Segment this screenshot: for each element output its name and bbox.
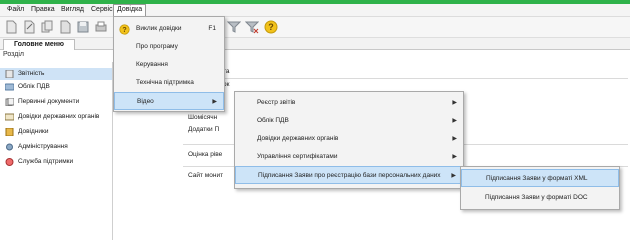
menu-item-label: Облік ПДВ (257, 117, 289, 124)
help-icon[interactable]: ? (264, 20, 278, 34)
tab-strip: Головне меню (0, 38, 630, 50)
edit-document-icon[interactable] (22, 20, 36, 34)
save-icon[interactable] (76, 20, 90, 34)
main-row-appendices[interactable]: Додатки П (188, 126, 219, 133)
main-row-monthly[interactable]: Шомісячн (188, 114, 217, 121)
sidebar-item-administration[interactable]: Адміністрування (0, 141, 112, 153)
main-row-site-monitoring[interactable]: Сайт монит (188, 172, 223, 179)
clear-filter-icon[interactable] (245, 20, 259, 34)
section-label: Розділ (3, 51, 24, 58)
menu-file[interactable]: Файл (4, 5, 27, 15)
menu-item-label: Довідки державних органів (257, 135, 339, 142)
submenu-arrow-icon: ▶ (451, 173, 456, 179)
tab-main-menu[interactable]: Головне меню (3, 39, 75, 50)
sidebar-item-label: Адміністрування (18, 143, 68, 150)
support-icon (5, 158, 14, 166)
signing-submenu: Підписання Заяви у форматі XML Підписанн… (460, 166, 620, 210)
menu-item-vat-accounting[interactable]: Облік ПДВ ▶ (235, 112, 463, 130)
menu-edit[interactable]: Правка (28, 5, 58, 15)
submenu-arrow-icon: ▶ (452, 136, 457, 142)
menu-item-report-registry[interactable]: Реєстр звітів ▶ (235, 94, 463, 112)
main-row-assessment[interactable]: Оцінка ріве (188, 151, 222, 158)
sidebar-item-directories[interactable]: Довідники (0, 126, 112, 138)
menu-item-sign-xml[interactable]: Підписання Заяви у форматі XML (461, 169, 619, 187)
sidebar-item-label: Звітність (18, 70, 45, 77)
report-icon (5, 70, 14, 78)
sidebar-item-vat[interactable]: Облік ПДВ (0, 81, 112, 93)
document-icon[interactable] (58, 20, 72, 34)
submenu-arrow-icon: ▶ (212, 99, 217, 105)
menu-item-label: Про програму (136, 43, 178, 50)
menu-item-label: Виклик довідки (136, 25, 182, 32)
print-icon[interactable] (94, 20, 108, 34)
menu-item-label: Керування (136, 61, 168, 68)
menu-item-sign-doc[interactable]: Підписання Заяви у форматі DOC (461, 189, 619, 207)
submenu-arrow-icon: ▶ (452, 154, 457, 160)
help-dropdown-menu: ? Виклик довідки F1 Про програму Керуван… (113, 16, 225, 112)
sidebar-item-label: Служба підтримки (18, 158, 74, 165)
menu-item-tech-support[interactable]: Технічна підтримка (114, 74, 224, 92)
menu-item-sign-personal-data-application[interactable]: Підписання Заяви про реєстрацію бази пер… (235, 166, 463, 184)
sidebar-item-label: Первинні документи (18, 98, 80, 105)
sidebar-item-state-certificates[interactable]: Довідки державних органів (0, 111, 112, 123)
menu-item-about[interactable]: Про програму (114, 38, 224, 56)
sidebar-item-primary-docs[interactable]: Первинні документи (0, 96, 112, 108)
submenu-arrow-icon: ▶ (452, 100, 457, 106)
menu-item-state-certificates[interactable]: Довідки державних органів ▶ (235, 130, 463, 148)
submenu-arrow-icon: ▶ (452, 118, 457, 124)
sidebar-item-label: Довідники (18, 128, 49, 135)
menu-item-video[interactable]: Відео ▶ (114, 92, 224, 110)
svg-text:?: ? (122, 27, 126, 34)
menu-item-label: Реєстр звітів (257, 99, 296, 106)
documents-icon (5, 98, 14, 106)
divider (218, 78, 628, 79)
vat-icon (5, 83, 14, 91)
filter-icon[interactable] (227, 20, 241, 34)
sidebar-item-support[interactable]: Служба підтримки (0, 156, 112, 168)
menu-item-label: Відео (137, 98, 154, 105)
svg-text:?: ? (268, 22, 274, 32)
sidebar-item-reporting[interactable]: Звітність (0, 68, 112, 80)
menu-item-call-help[interactable]: ? Виклик довідки F1 (114, 20, 224, 38)
menu-item-label: Підписання Заяви у форматі DOC (485, 194, 588, 201)
menu-bar: Файл Правка Вигляд Сервіс Довідка (0, 4, 630, 17)
sidebar: Звітність Облік ПДВ Первинні документи Д… (0, 62, 113, 240)
menu-item-label: Управління сертифікатами (257, 153, 338, 160)
menu-service[interactable]: Сервіс (88, 5, 116, 15)
menu-item-certificate-management[interactable]: Управління сертифікатами ▶ (235, 148, 463, 166)
certificate-icon (5, 113, 14, 121)
directory-book-icon (5, 128, 14, 136)
copy-document-icon[interactable] (40, 20, 54, 34)
menu-item-label: Підписання Заяви про реєстрацію бази пер… (258, 172, 441, 179)
shortcut-label: F1 (208, 25, 216, 32)
menu-item-label: Підписання Заяви у форматі XML (486, 175, 588, 182)
menu-item-guide[interactable]: Керування (114, 56, 224, 74)
help-icon: ? (119, 24, 130, 35)
sidebar-item-label: Облік ПДВ (18, 83, 50, 90)
menu-item-label: Технічна підтримка (136, 79, 194, 86)
new-document-icon[interactable] (4, 20, 18, 34)
admin-gear-icon (6, 143, 13, 151)
toolbar: ? (0, 17, 630, 38)
video-submenu: Реєстр звітів ▶ Облік ПДВ ▶ Довідки держ… (234, 91, 464, 189)
menu-view[interactable]: Вигляд (58, 5, 87, 15)
sidebar-item-label: Довідки державних органів (18, 113, 100, 120)
